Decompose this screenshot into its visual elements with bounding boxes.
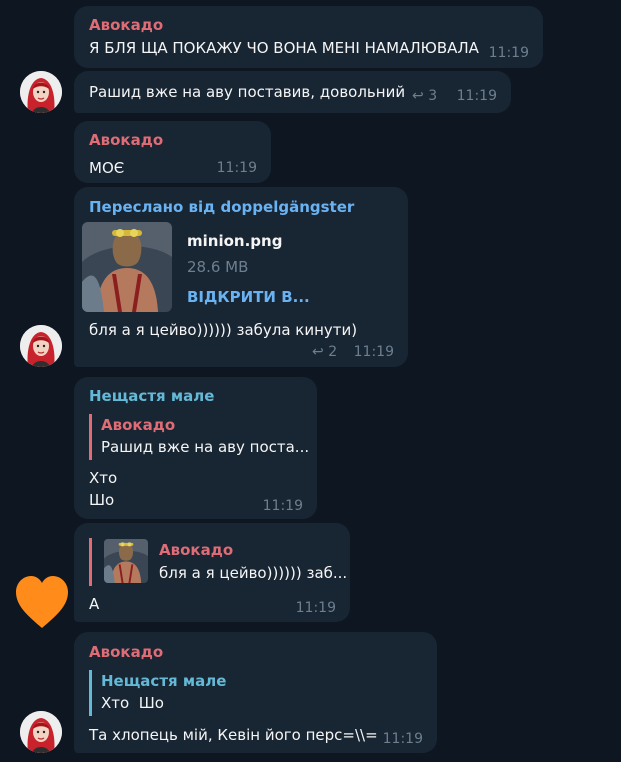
replies-counter[interactable]: ↩ 3 — [412, 88, 437, 104]
open-file-button[interactable]: ВІДКРИТИ В... — [187, 288, 310, 306]
user-avatar[interactable] — [20, 325, 62, 367]
message-text: МОЄ — [89, 159, 125, 177]
message-text: Рашид вже на аву поставив, довольний — [89, 83, 406, 101]
quote-sender: Авокадо — [101, 416, 176, 434]
file-name[interactable]: minion.png — [187, 232, 282, 250]
message-bubble[interactable]: Рашид вже на аву поставив, довольний ↩ 3… — [74, 71, 511, 113]
quote-sender: Авокадо — [159, 541, 234, 559]
user-avatar[interactable] — [20, 711, 62, 753]
message-time: 11:19 — [262, 498, 303, 514]
message-text: бля а я цейво)))))) забула кинути) — [89, 321, 358, 339]
orange-heart-icon[interactable] — [14, 574, 70, 630]
sender-name[interactable]: Авокадо — [89, 131, 163, 149]
quote-sender: Нещастя мале — [101, 672, 227, 690]
quote-text: Рашид вже на аву поста... — [101, 438, 310, 456]
message-time: 11:19 — [382, 731, 423, 747]
reply-arrow-icon: ↩ — [312, 344, 324, 360]
quote-thumbnail — [104, 539, 148, 583]
replies-counter[interactable]: ↩ 2 — [312, 344, 337, 360]
message-bubble[interactable]: Авокадо Я БЛЯ ЩА ПОКАЖУ ЧО ВОНА МЕНІ НАМ… — [74, 6, 543, 68]
message-text: А — [89, 595, 100, 613]
message-bubble[interactable]: Авокадо Нещастя мале Хто Шо Та хлопець м… — [74, 632, 437, 753]
forwarded-from[interactable]: Переслано від doppelgängster — [89, 198, 354, 216]
file-thumbnail[interactable] — [82, 222, 172, 312]
quote-text: Хто Шо — [101, 694, 164, 712]
message-bubble[interactable]: Авокадо МОЄ 11:19 — [74, 121, 271, 183]
sender-name[interactable]: Нещастя мале — [89, 387, 214, 405]
message-text-line: Хто — [89, 469, 118, 487]
message-text: Та хлопець мій, Кевін його перс=\\= — [89, 726, 378, 744]
message-time: 11:19 — [353, 344, 394, 360]
replies-count: 2 — [328, 344, 338, 360]
message-time: 11:19 — [216, 160, 257, 176]
message-time: 11:19 — [295, 600, 336, 616]
message-bubble[interactable]: Нещастя мале Авокадо Рашид вже на аву по… — [74, 377, 317, 519]
quote-text: бля а я цейво)))))) заб... — [159, 564, 348, 582]
message-time: 11:19 — [456, 88, 497, 104]
reply-quote[interactable]: Авокадо Рашид вже на аву поста... — [89, 414, 309, 460]
replies-count: 3 — [428, 88, 438, 104]
sender-name[interactable]: Авокадо — [89, 643, 163, 661]
message-text: Я БЛЯ ЩА ПОКАЖУ ЧО ВОНА МЕНІ НАМАЛЮВАЛА — [89, 39, 479, 57]
user-avatar[interactable] — [20, 71, 62, 113]
reply-quote[interactable]: Нещастя мале Хто Шо — [89, 670, 424, 716]
reply-arrow-icon: ↩ — [412, 88, 424, 104]
message-time: 11:19 — [488, 45, 529, 61]
sender-name[interactable]: Авокадо — [89, 16, 163, 34]
message-text-line: Шо — [89, 491, 115, 509]
file-size: 28.6 MB — [187, 258, 249, 276]
